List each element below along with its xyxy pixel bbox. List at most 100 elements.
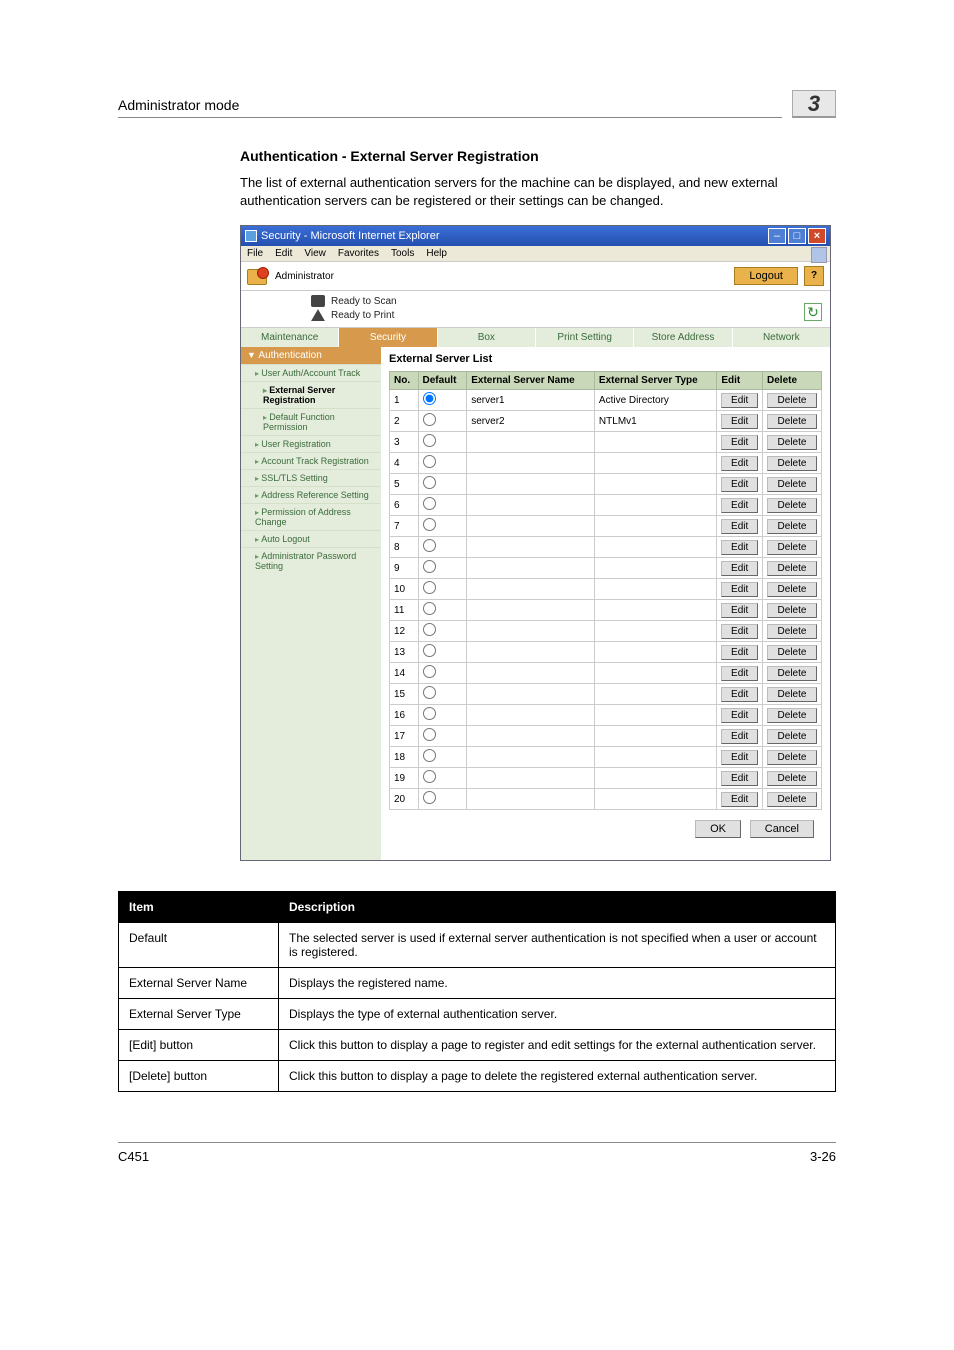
- delete-button[interactable]: Delete: [767, 603, 817, 618]
- default-radio[interactable]: [423, 455, 436, 468]
- delete-button[interactable]: Delete: [767, 456, 817, 471]
- sidenav-item-external-server-registration[interactable]: External Server Registration: [241, 381, 381, 408]
- menu-file[interactable]: File: [247, 248, 263, 259]
- default-radio[interactable]: [423, 497, 436, 510]
- default-radio[interactable]: [423, 644, 436, 657]
- menu-help[interactable]: Help: [426, 248, 447, 259]
- default-radio[interactable]: [423, 665, 436, 678]
- cell-server-name: [467, 663, 595, 684]
- edit-button[interactable]: Edit: [721, 624, 758, 639]
- menu-tools[interactable]: Tools: [391, 248, 414, 259]
- menu-favorites[interactable]: Favorites: [338, 248, 379, 259]
- window-titlebar[interactable]: Security - Microsoft Internet Explorer –…: [241, 226, 830, 246]
- cell-no: 8: [390, 537, 419, 558]
- cell-edit: Edit: [717, 453, 763, 474]
- tab-store-address[interactable]: Store Address: [634, 328, 732, 347]
- sidenav-item-user-registration[interactable]: User Registration: [241, 435, 381, 452]
- edit-button[interactable]: Edit: [721, 603, 758, 618]
- default-radio[interactable]: [423, 728, 436, 741]
- delete-button[interactable]: Delete: [767, 771, 817, 786]
- desc-text: Displays the type of external authentica…: [279, 999, 836, 1030]
- edit-button[interactable]: Edit: [721, 519, 758, 534]
- edit-button[interactable]: Edit: [721, 645, 758, 660]
- sidenav-item-auto-logout[interactable]: Auto Logout: [241, 530, 381, 547]
- edit-button[interactable]: Edit: [721, 792, 758, 807]
- window-close-button[interactable]: ×: [808, 228, 826, 244]
- cell-no: 10: [390, 579, 419, 600]
- window-minimize-button[interactable]: –: [768, 228, 786, 244]
- default-radio[interactable]: [423, 686, 436, 699]
- delete-button[interactable]: Delete: [767, 729, 817, 744]
- sidenav-item-default-function-permission[interactable]: Default Function Permission: [241, 408, 381, 435]
- default-radio[interactable]: [423, 770, 436, 783]
- default-radio[interactable]: [423, 560, 436, 573]
- default-radio[interactable]: [423, 518, 436, 531]
- tab-print-setting[interactable]: Print Setting: [536, 328, 634, 347]
- edit-button[interactable]: Edit: [721, 582, 758, 597]
- sidenav-item-permission-of-address-change[interactable]: Permission of Address Change: [241, 503, 381, 530]
- edit-button[interactable]: Edit: [721, 729, 758, 744]
- cell-no: 16: [390, 705, 419, 726]
- edit-button[interactable]: Edit: [721, 498, 758, 513]
- delete-button[interactable]: Delete: [767, 708, 817, 723]
- delete-button[interactable]: Delete: [767, 435, 817, 450]
- delete-button[interactable]: Delete: [767, 645, 817, 660]
- edit-button[interactable]: Edit: [721, 771, 758, 786]
- sidenav-item-user-auth-account-track[interactable]: User Auth/Account Track: [241, 364, 381, 381]
- delete-button[interactable]: Delete: [767, 477, 817, 492]
- delete-button[interactable]: Delete: [767, 498, 817, 513]
- default-radio[interactable]: [423, 749, 436, 762]
- edit-button[interactable]: Edit: [721, 435, 758, 450]
- default-radio[interactable]: [423, 707, 436, 720]
- edit-button[interactable]: Edit: [721, 561, 758, 576]
- default-radio[interactable]: [423, 434, 436, 447]
- sidenav-item-address-reference-setting[interactable]: Address Reference Setting: [241, 486, 381, 503]
- edit-button[interactable]: Edit: [721, 477, 758, 492]
- default-radio[interactable]: [423, 392, 436, 405]
- delete-button[interactable]: Delete: [767, 750, 817, 765]
- default-radio[interactable]: [423, 539, 436, 552]
- delete-button[interactable]: Delete: [767, 519, 817, 534]
- delete-button[interactable]: Delete: [767, 792, 817, 807]
- tab-maintenance[interactable]: Maintenance: [241, 328, 339, 347]
- edit-button[interactable]: Edit: [721, 414, 758, 429]
- cell-default: [418, 642, 467, 663]
- delete-button[interactable]: Delete: [767, 666, 817, 681]
- edit-button[interactable]: Edit: [721, 456, 758, 471]
- delete-button[interactable]: Delete: [767, 687, 817, 702]
- default-radio[interactable]: [423, 413, 436, 426]
- delete-button[interactable]: Delete: [767, 582, 817, 597]
- sidenav-item-account-track-registration[interactable]: Account Track Registration: [241, 452, 381, 469]
- sidenav-item-ssl-tls-setting[interactable]: SSL/TLS Setting: [241, 469, 381, 486]
- default-radio[interactable]: [423, 581, 436, 594]
- cell-server-type: [594, 768, 716, 789]
- tab-security[interactable]: Security: [339, 328, 437, 347]
- edit-button[interactable]: Edit: [721, 687, 758, 702]
- delete-button[interactable]: Delete: [767, 414, 817, 429]
- help-button[interactable]: ?: [804, 266, 824, 286]
- cancel-button[interactable]: Cancel: [750, 820, 814, 838]
- edit-button[interactable]: Edit: [721, 393, 758, 408]
- default-radio[interactable]: [423, 602, 436, 615]
- refresh-button[interactable]: ↻: [804, 303, 822, 321]
- default-radio[interactable]: [423, 623, 436, 636]
- edit-button[interactable]: Edit: [721, 666, 758, 681]
- menu-edit[interactable]: Edit: [275, 248, 292, 259]
- tab-box[interactable]: Box: [438, 328, 536, 347]
- ok-button[interactable]: OK: [695, 820, 741, 838]
- window-maximize-button[interactable]: □: [788, 228, 806, 244]
- sidenav-item-administrator-password-setting[interactable]: Administrator Password Setting: [241, 547, 381, 574]
- delete-button[interactable]: Delete: [767, 393, 817, 408]
- default-radio[interactable]: [423, 476, 436, 489]
- edit-button[interactable]: Edit: [721, 540, 758, 555]
- menu-view[interactable]: View: [304, 248, 326, 259]
- sidenav-header-authentication[interactable]: Authentication: [241, 347, 381, 364]
- delete-button[interactable]: Delete: [767, 624, 817, 639]
- delete-button[interactable]: Delete: [767, 561, 817, 576]
- delete-button[interactable]: Delete: [767, 540, 817, 555]
- logout-button[interactable]: Logout: [734, 267, 798, 285]
- edit-button[interactable]: Edit: [721, 750, 758, 765]
- default-radio[interactable]: [423, 791, 436, 804]
- edit-button[interactable]: Edit: [721, 708, 758, 723]
- tab-network[interactable]: Network: [733, 328, 830, 347]
